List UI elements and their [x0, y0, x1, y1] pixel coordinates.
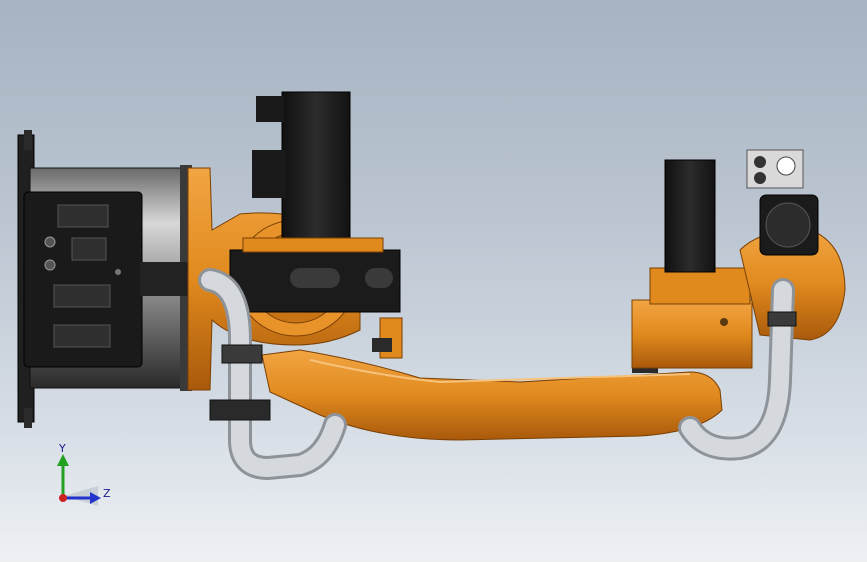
motor-connector-2 [252, 150, 286, 198]
flange-tab-top [24, 130, 32, 150]
motor-connector-1 [256, 96, 284, 122]
shoulder-motor [281, 91, 351, 243]
box-panel-2 [71, 237, 107, 261]
screw-1 [115, 269, 121, 275]
actuator-slot-2 [365, 268, 393, 288]
elbow-screw [720, 318, 728, 326]
y-axis-label: Y [58, 442, 66, 455]
clamp-2 [209, 399, 271, 421]
z-axis-label: Z [103, 487, 111, 500]
plug-3 [776, 156, 796, 176]
y-axis-arrow [57, 454, 69, 466]
connector-1 [44, 236, 56, 248]
elbow-housing [631, 299, 753, 369]
elbow-wrist-assembly [631, 149, 846, 369]
shoulder-plate [242, 237, 384, 253]
triad-origin [59, 494, 67, 502]
coordinate-triad: Y Z [57, 442, 111, 506]
elbow-plate [649, 267, 751, 305]
connector-2 [44, 259, 56, 271]
box-panel-3 [53, 284, 111, 308]
elbow-motor [664, 159, 716, 273]
clamp-3 [767, 311, 797, 327]
flange-tab-bottom [24, 408, 32, 428]
actuator-slot-1 [290, 268, 340, 288]
motor-coupling [140, 262, 188, 296]
arm-clip [372, 338, 392, 352]
plug-2 [754, 172, 766, 184]
base-motor-assembly [17, 130, 192, 428]
box-panel-1 [57, 204, 109, 228]
robot-arm-model: Y Z [17, 91, 846, 506]
wrist-connector [765, 202, 811, 248]
cad-viewport[interactable]: Y Z [0, 0, 867, 562]
plug-1 [754, 156, 766, 168]
shoulder-joint [187, 91, 401, 391]
box-panel-4 [53, 324, 111, 348]
clamp-1 [221, 344, 263, 364]
